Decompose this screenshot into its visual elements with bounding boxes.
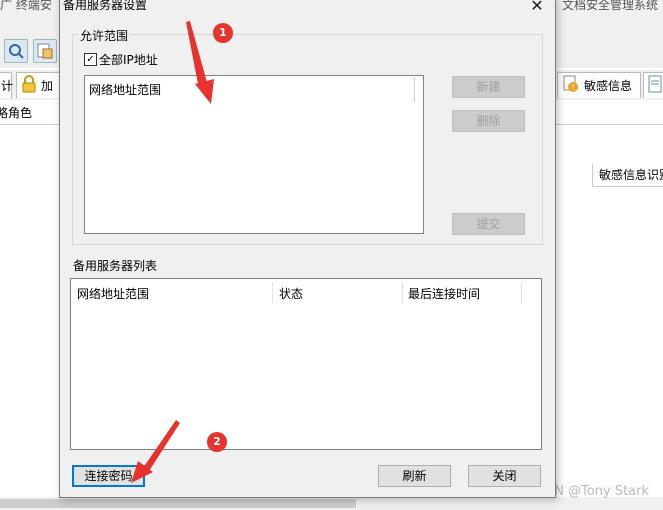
server-list-caption: 备用服务器列表 bbox=[73, 259, 158, 273]
scrollbar-thumb[interactable] bbox=[0, 499, 356, 508]
connect-password-button[interactable]: 连接密码 bbox=[72, 465, 145, 487]
submit-button[interactable]: 提交 bbox=[452, 213, 525, 235]
edit-icon[interactable] bbox=[33, 39, 57, 63]
svg-text:!: ! bbox=[571, 83, 574, 92]
column-header-last-connect-time[interactable]: 最后连接时间 bbox=[408, 284, 480, 304]
background-column-header[interactable]: 敏感信息识别 bbox=[592, 164, 663, 187]
annotation-marker-2: 2 bbox=[207, 432, 227, 452]
background-tab[interactable] bbox=[643, 72, 663, 98]
warning-icon: ! bbox=[562, 75, 580, 96]
close-icon[interactable]: ✕ bbox=[526, 0, 548, 18]
list-column-divider bbox=[414, 77, 415, 103]
background-tab-sensitive-info[interactable]: ! 敏感信息 bbox=[557, 72, 641, 98]
search-icon[interactable] bbox=[4, 39, 28, 63]
background-title-fragment: 广 终端安 bbox=[0, 0, 52, 12]
close-button[interactable]: 关闭 bbox=[468, 465, 541, 487]
column-header-status[interactable]: 状态 bbox=[279, 284, 303, 304]
background-tab-encrypt[interactable]: 加 bbox=[16, 72, 60, 98]
ip-range-list[interactable] bbox=[84, 75, 424, 234]
document-icon bbox=[648, 75, 662, 96]
all-ip-label: 全部IP地址 bbox=[99, 53, 158, 67]
new-button[interactable]: 新建 bbox=[452, 76, 525, 98]
ip-range-list-header[interactable]: 网络地址范围 bbox=[89, 81, 161, 98]
column-header-address-range[interactable]: 网络地址范围 bbox=[77, 284, 149, 304]
background-tab-label: 加 bbox=[41, 79, 54, 93]
background-tab[interactable]: 计 bbox=[0, 72, 14, 98]
all-ip-checkbox-row[interactable]: ✓ 全部IP地址 bbox=[84, 51, 158, 68]
column-separator[interactable] bbox=[521, 282, 522, 304]
background-tab-label: 敏感信息 bbox=[584, 79, 633, 93]
column-separator[interactable] bbox=[272, 282, 273, 304]
column-separator[interactable] bbox=[402, 282, 403, 304]
background-tab-label: 计 bbox=[1, 79, 14, 93]
refresh-button[interactable]: 刷新 bbox=[378, 465, 451, 487]
delete-button[interactable]: 删除 bbox=[452, 110, 525, 132]
all-ip-checkbox[interactable]: ✓ bbox=[84, 53, 97, 66]
background-title-fragment: 文档安全管理系统 bbox=[562, 0, 659, 12]
annotation-marker-1: 1 bbox=[213, 23, 233, 43]
dialog-title: 备用服务器设置 bbox=[63, 0, 148, 12]
lock-icon bbox=[21, 75, 37, 96]
allowed-range-legend: 允许范围 bbox=[78, 27, 131, 44]
background-subrow-text: 略角色 bbox=[0, 106, 33, 120]
